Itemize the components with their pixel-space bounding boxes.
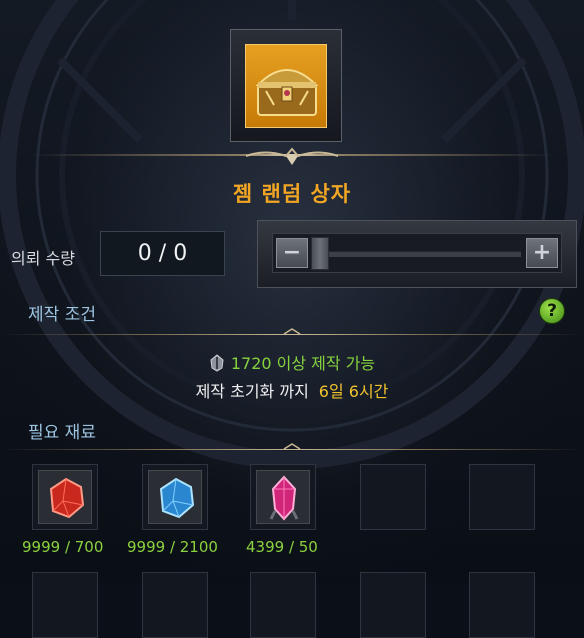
help-button[interactable]: ?: [539, 298, 565, 324]
level-requirement: 1720 이상 제작 가능: [0, 350, 584, 374]
material-slot-4: [360, 464, 426, 530]
reset-info: 제작 초기화 까지 6일 6시간: [0, 378, 584, 402]
pink-gem-icon: [269, 475, 299, 521]
treasure-chest-icon: [255, 69, 319, 116]
item-title: 젬 랜덤 상자: [232, 182, 352, 206]
material-count-1: 9999 / 700: [22, 538, 104, 556]
conditions-notch: [283, 328, 301, 335]
slider-thumb[interactable]: [311, 237, 329, 270]
helmet-icon: [210, 354, 224, 372]
item-icon-frame[interactable]: [230, 29, 342, 142]
increase-button[interactable]: +: [526, 238, 558, 268]
material-slot-2[interactable]: [142, 464, 208, 530]
level-text: 이상 제작 가능: [271, 354, 376, 373]
material-slot-1[interactable]: [32, 464, 98, 530]
divider-ornament: [246, 147, 338, 165]
materials-notch: [283, 443, 301, 450]
quantity-slider[interactable]: − +: [272, 233, 562, 273]
decrease-button[interactable]: −: [276, 238, 308, 268]
materials-title: 필요 재료: [28, 423, 96, 443]
material-count-2: 9999 / 2100: [127, 538, 218, 556]
level-value: 1720: [230, 354, 272, 373]
reset-label: 제작 초기화 까지: [195, 382, 309, 401]
reset-time: 6일 6시간: [318, 382, 389, 401]
item-icon-bg: [245, 44, 327, 128]
material-slot-5: [469, 464, 535, 530]
material-slot-3[interactable]: [250, 464, 316, 530]
red-gem-icon: [49, 477, 85, 519]
quantity-slider-frame: − +: [257, 220, 577, 288]
conditions-title: 제작 조건: [28, 305, 96, 325]
material-count-3: 4399 / 50: [246, 538, 318, 556]
slider-track[interactable]: [313, 251, 521, 257]
quantity-label: 의뢰 수량: [11, 249, 75, 268]
quantity-input[interactable]: 0 / 0: [100, 231, 225, 276]
blue-gem-icon: [159, 477, 195, 519]
